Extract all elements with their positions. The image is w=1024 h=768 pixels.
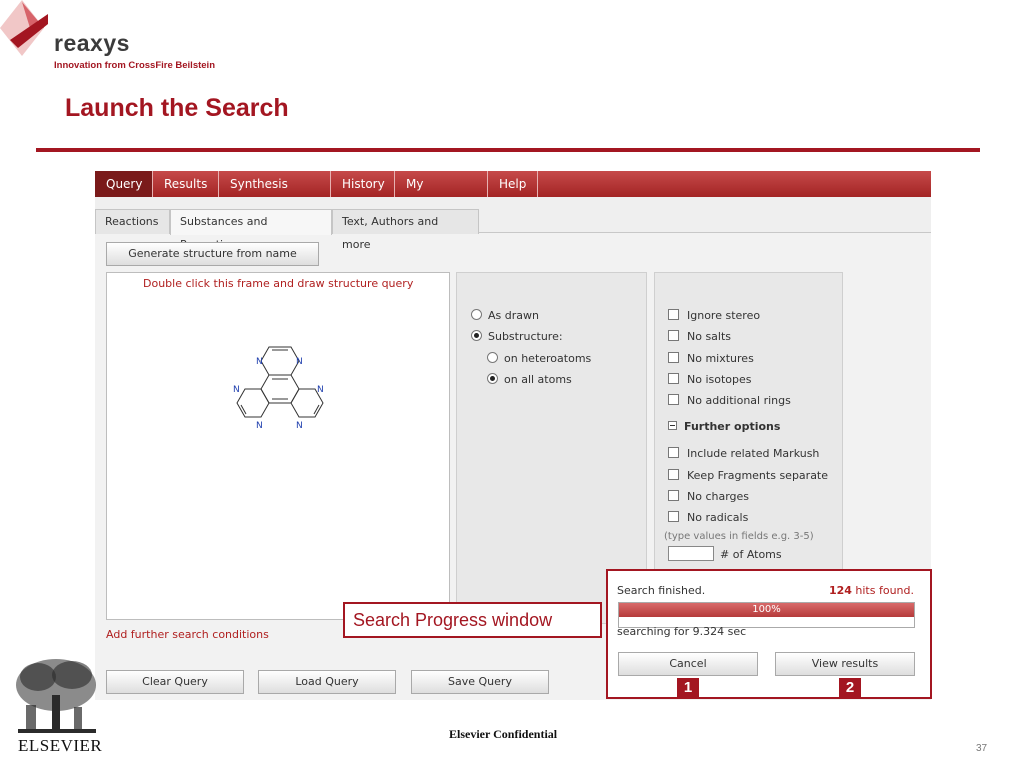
option-substructure[interactable]: Substructure: [471,329,563,345]
radio-as-drawn[interactable] [471,309,482,320]
cancel-button[interactable]: Cancel [618,652,758,676]
filter-no-salts[interactable]: No salts [668,329,731,345]
num-atoms-input[interactable] [668,546,714,561]
draw-hint: Double click this frame and draw structu… [143,277,414,290]
brand-name: reaxys [54,30,130,56]
num-atoms-row: # of Atoms [668,546,782,562]
menu-results[interactable]: Results [153,171,219,197]
checkbox[interactable] [668,330,679,341]
marker-2: 2 [839,678,861,698]
filter-no-additional-rings[interactable]: No additional rings [668,393,791,409]
type-values-hint: (type values in fields e.g. 3-5) [664,531,814,542]
checkbox[interactable] [668,309,679,320]
menu-history[interactable]: History [331,171,395,197]
filter-no-isotopes[interactable]: No isotopes [668,372,752,388]
atom-n: N [296,421,303,431]
elapsed-time: searching for 9.324 sec [617,625,747,638]
option-as-drawn[interactable]: As drawn [471,308,539,324]
elsevier-wordmark: ELSEVIER [18,736,103,755]
radio-on-heteroatoms[interactable] [487,352,498,363]
title-divider [36,148,980,152]
brand-tagline: Innovation from CrossFire Beilstein [54,60,215,71]
atom-n: N [296,357,303,367]
atom-n: N [256,421,263,431]
checkbox[interactable] [668,394,679,405]
page-number: 37 [976,743,988,754]
atom-n: N [233,385,240,395]
elsevier-tree-logo-icon [16,659,96,733]
checkbox[interactable] [668,352,679,363]
option-on-all-atoms[interactable]: on all atoms [487,372,572,388]
menu-my-settings[interactable]: My Settings [395,171,488,217]
atom-n: N [317,385,324,395]
generate-structure-button[interactable]: Generate structure from name [106,242,319,266]
hits-count: 124 [828,584,852,597]
checkbox[interactable] [668,373,679,384]
search-progress-callout: Search Progress window [343,602,602,638]
radio-substructure[interactable] [471,330,482,341]
structure-drawing-frame[interactable]: Double click this frame and draw structu… [106,272,450,620]
save-query-button[interactable]: Save Query [411,670,549,694]
checkbox[interactable] [668,447,679,458]
checkbox[interactable] [668,490,679,501]
query-subtabs: Reactions Substances and Properties Text… [95,197,931,251]
atom-n: N [256,357,263,367]
checkbox[interactable] [668,469,679,480]
add-search-conditions-link[interactable]: Add further search conditions [106,628,269,641]
menu-synthesis-plans[interactable]: Synthesis Plans [219,171,331,217]
filter-no-mixtures[interactable]: No mixtures [668,351,754,367]
tab-substances-and-properties[interactable]: Substances and Properties [170,209,332,251]
collapse-icon[interactable] [668,421,677,430]
filter-no-charges[interactable]: No charges [668,489,749,505]
tab-text-authors-and-more[interactable]: Text, Authors and more [332,209,479,251]
view-results-button[interactable]: View results [775,652,915,676]
search-progress-window: Search finished. 124 hits found. 100% se… [606,569,932,699]
clear-query-button[interactable]: Clear Query [106,670,244,694]
radio-on-all-atoms[interactable] [487,373,498,384]
checkbox[interactable] [668,511,679,522]
marker-1: 1 [677,678,699,698]
filter-ignore-stereo[interactable]: Ignore stereo [668,308,760,324]
filter-include-markush[interactable]: Include related Markush [668,446,819,462]
molecule-structure: N N N N N N [233,346,324,431]
further-options-toggle[interactable]: Further options [668,419,780,435]
reaxys-logo-icon [0,0,48,56]
main-menubar: Query Results Synthesis Plans History My… [95,171,931,217]
filter-keep-fragments[interactable]: Keep Fragments separate [668,468,828,484]
footer-confidential: Elsevier Confidential [449,727,558,741]
menu-query[interactable]: Query [95,171,153,197]
tab-reactions[interactable]: Reactions [95,209,170,234]
hits-found: 124 hits found. [828,584,914,597]
option-on-heteroatoms[interactable]: on heteroatoms [487,351,591,367]
filter-no-radicals[interactable]: No radicals [668,510,748,526]
slide-title: Launch the Search [65,94,289,122]
load-query-button[interactable]: Load Query [258,670,396,694]
search-status: Search finished. [617,584,706,597]
progress-percent: 100% [752,604,781,615]
menu-help[interactable]: Help [488,171,538,197]
